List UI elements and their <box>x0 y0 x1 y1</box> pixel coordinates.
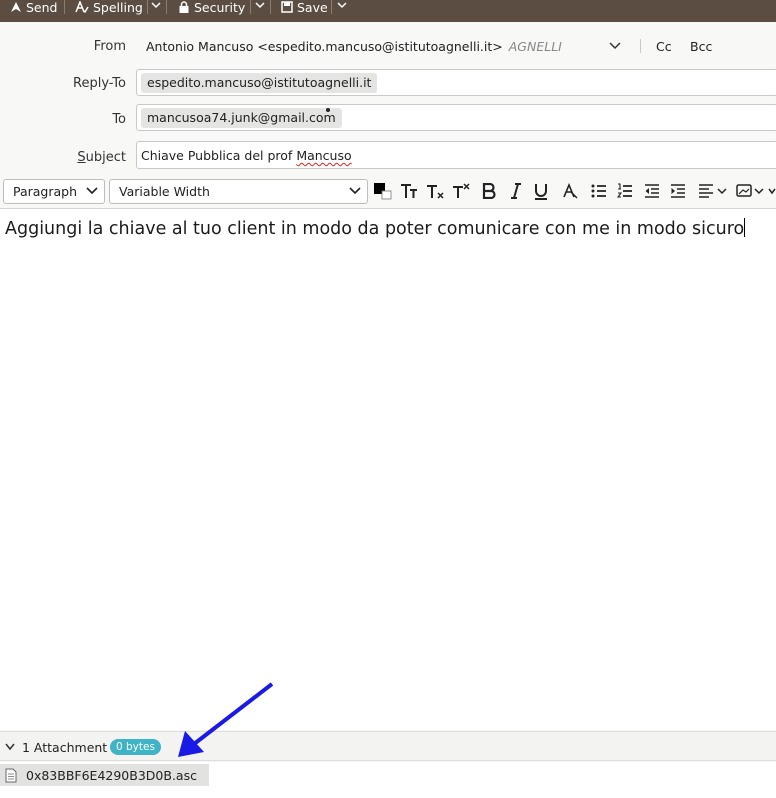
spelling-icon <box>75 1 89 13</box>
chevron-down-icon <box>86 187 98 195</box>
lock-icon <box>179 1 189 13</box>
spelling-dropdown-icon[interactable] <box>151 1 161 9</box>
attachment-count: 1 Attachment <box>22 740 108 755</box>
text-caret <box>744 218 746 237</box>
remove-format-icon <box>563 183 578 199</box>
text-color-button[interactable] <box>372 182 394 200</box>
recipient-dot <box>326 108 330 112</box>
font-size-icon <box>401 184 417 198</box>
security-button[interactable]: Security <box>178 0 246 15</box>
font-select[interactable]: Variable Width <box>109 179 368 204</box>
spelling-label: Spelling <box>93 0 143 15</box>
toolbar-divider <box>64 0 65 14</box>
attachment-list: 0x83BBF6E4290B3D0B.asc <box>0 762 776 798</box>
attachment-size-badge: 0 bytes <box>110 739 161 755</box>
file-icon <box>5 768 17 783</box>
from-dropdown-icon[interactable] <box>609 42 621 50</box>
insert-button[interactable] <box>735 182 767 200</box>
save-dropdown-icon[interactable] <box>337 1 347 9</box>
toolbar-divider <box>166 0 167 14</box>
bcc-button[interactable]: Bcc <box>690 39 712 54</box>
subject-misspelled-word: Mancuso <box>296 148 352 163</box>
bold-icon <box>482 183 496 199</box>
message-editor[interactable]: Aggiungi la chiave al tuo client in modo… <box>0 208 776 730</box>
toolbar-divider <box>270 0 271 14</box>
paragraph-format-label: Paragraph <box>13 184 78 199</box>
from-address: Antonio Mancuso <espedito.mancuso@istitu… <box>146 39 503 54</box>
toolbar-divider <box>147 0 148 14</box>
indent-icon <box>671 184 685 198</box>
bold-button[interactable] <box>479 182 499 200</box>
underline-icon <box>535 183 547 200</box>
message-body: Aggiungi la chiave al tuo client in modo… <box>5 218 746 239</box>
paragraph-format-select[interactable]: Paragraph <box>3 179 105 204</box>
to-label: To <box>112 112 126 127</box>
subject-label: Subject <box>77 150 126 165</box>
superscript-button[interactable] <box>450 182 472 200</box>
overflow-icon[interactable] <box>768 186 776 196</box>
subscript-button[interactable] <box>424 182 446 200</box>
divider <box>640 39 641 53</box>
spelling-button[interactable]: Spelling <box>75 0 143 15</box>
remove-format-button[interactable] <box>560 182 580 200</box>
subject-text: Chiave Pubblica del prof <box>141 148 297 163</box>
chevron-down-icon[interactable] <box>5 743 15 751</box>
reply-to-label: Reply-To <box>73 76 126 91</box>
align-left-icon <box>699 184 727 198</box>
from-select[interactable]: Antonio Mancuso <espedito.mancuso@istitu… <box>146 39 562 54</box>
numbered-list-icon <box>617 183 632 198</box>
cc-button[interactable]: Cc <box>656 39 672 54</box>
from-identity: AGNELLI <box>508 39 562 54</box>
message-body-text: Aggiungi la chiave al tuo client in modo… <box>5 219 745 239</box>
send-label: Send <box>26 0 58 15</box>
outdent-button[interactable] <box>642 182 662 200</box>
outdent-icon <box>645 184 659 198</box>
attachment-name: 0x83BBF6E4290B3D0B.asc <box>26 768 197 783</box>
toolbar-divider <box>331 0 332 14</box>
subject-value: Chiave Pubblica del prof Mancuso <box>141 148 352 163</box>
subscript-icon <box>427 185 444 199</box>
save-button[interactable]: Save <box>281 0 328 15</box>
attachment-bar[interactable]: 1 Attachment 0 bytes <box>0 731 776 761</box>
numbered-list-button[interactable] <box>615 182 635 200</box>
italic-button[interactable] <box>506 182 526 200</box>
align-button[interactable] <box>697 182 729 200</box>
send-button[interactable]: Send <box>10 0 58 15</box>
underline-button[interactable] <box>531 182 551 200</box>
security-label: Security <box>194 0 246 15</box>
attachment-item[interactable]: 0x83BBF6E4290B3D0B.asc <box>0 764 209 786</box>
chevron-down-icon <box>349 187 361 195</box>
format-toolbar: Paragraph Variable Width <box>0 176 776 207</box>
bullet-list-icon <box>591 184 606 198</box>
text-color-icon <box>374 183 392 200</box>
to-recipient-pill[interactable]: mancusoa74.junk@gmail.com <box>141 108 342 128</box>
insert-image-icon <box>736 184 764 197</box>
superscript-icon <box>453 183 470 198</box>
italic-icon <box>511 183 521 199</box>
save-label: Save <box>297 0 328 15</box>
bullet-list-button[interactable] <box>589 182 609 200</box>
security-dropdown-icon[interactable] <box>255 1 265 9</box>
from-label: From <box>93 39 126 54</box>
save-icon <box>281 1 293 13</box>
font-size-smaller-button[interactable] <box>398 182 420 200</box>
subject-field[interactable]: Chiave Pubblica del prof Mancuso <box>136 141 776 169</box>
send-icon <box>11 2 21 12</box>
reply-to-pill[interactable]: espedito.mancuso@istitutoagnelli.it <box>141 73 378 93</box>
toolbar-divider <box>250 0 251 14</box>
reply-to-field[interactable]: espedito.mancuso@istitutoagnelli.it <box>136 69 776 96</box>
compose-toolbar: Send Spelling Security Save <box>0 0 776 22</box>
to-field[interactable]: mancusoa74.junk@gmail.com <box>136 104 776 131</box>
font-label: Variable Width <box>119 184 210 199</box>
indent-button[interactable] <box>668 182 688 200</box>
